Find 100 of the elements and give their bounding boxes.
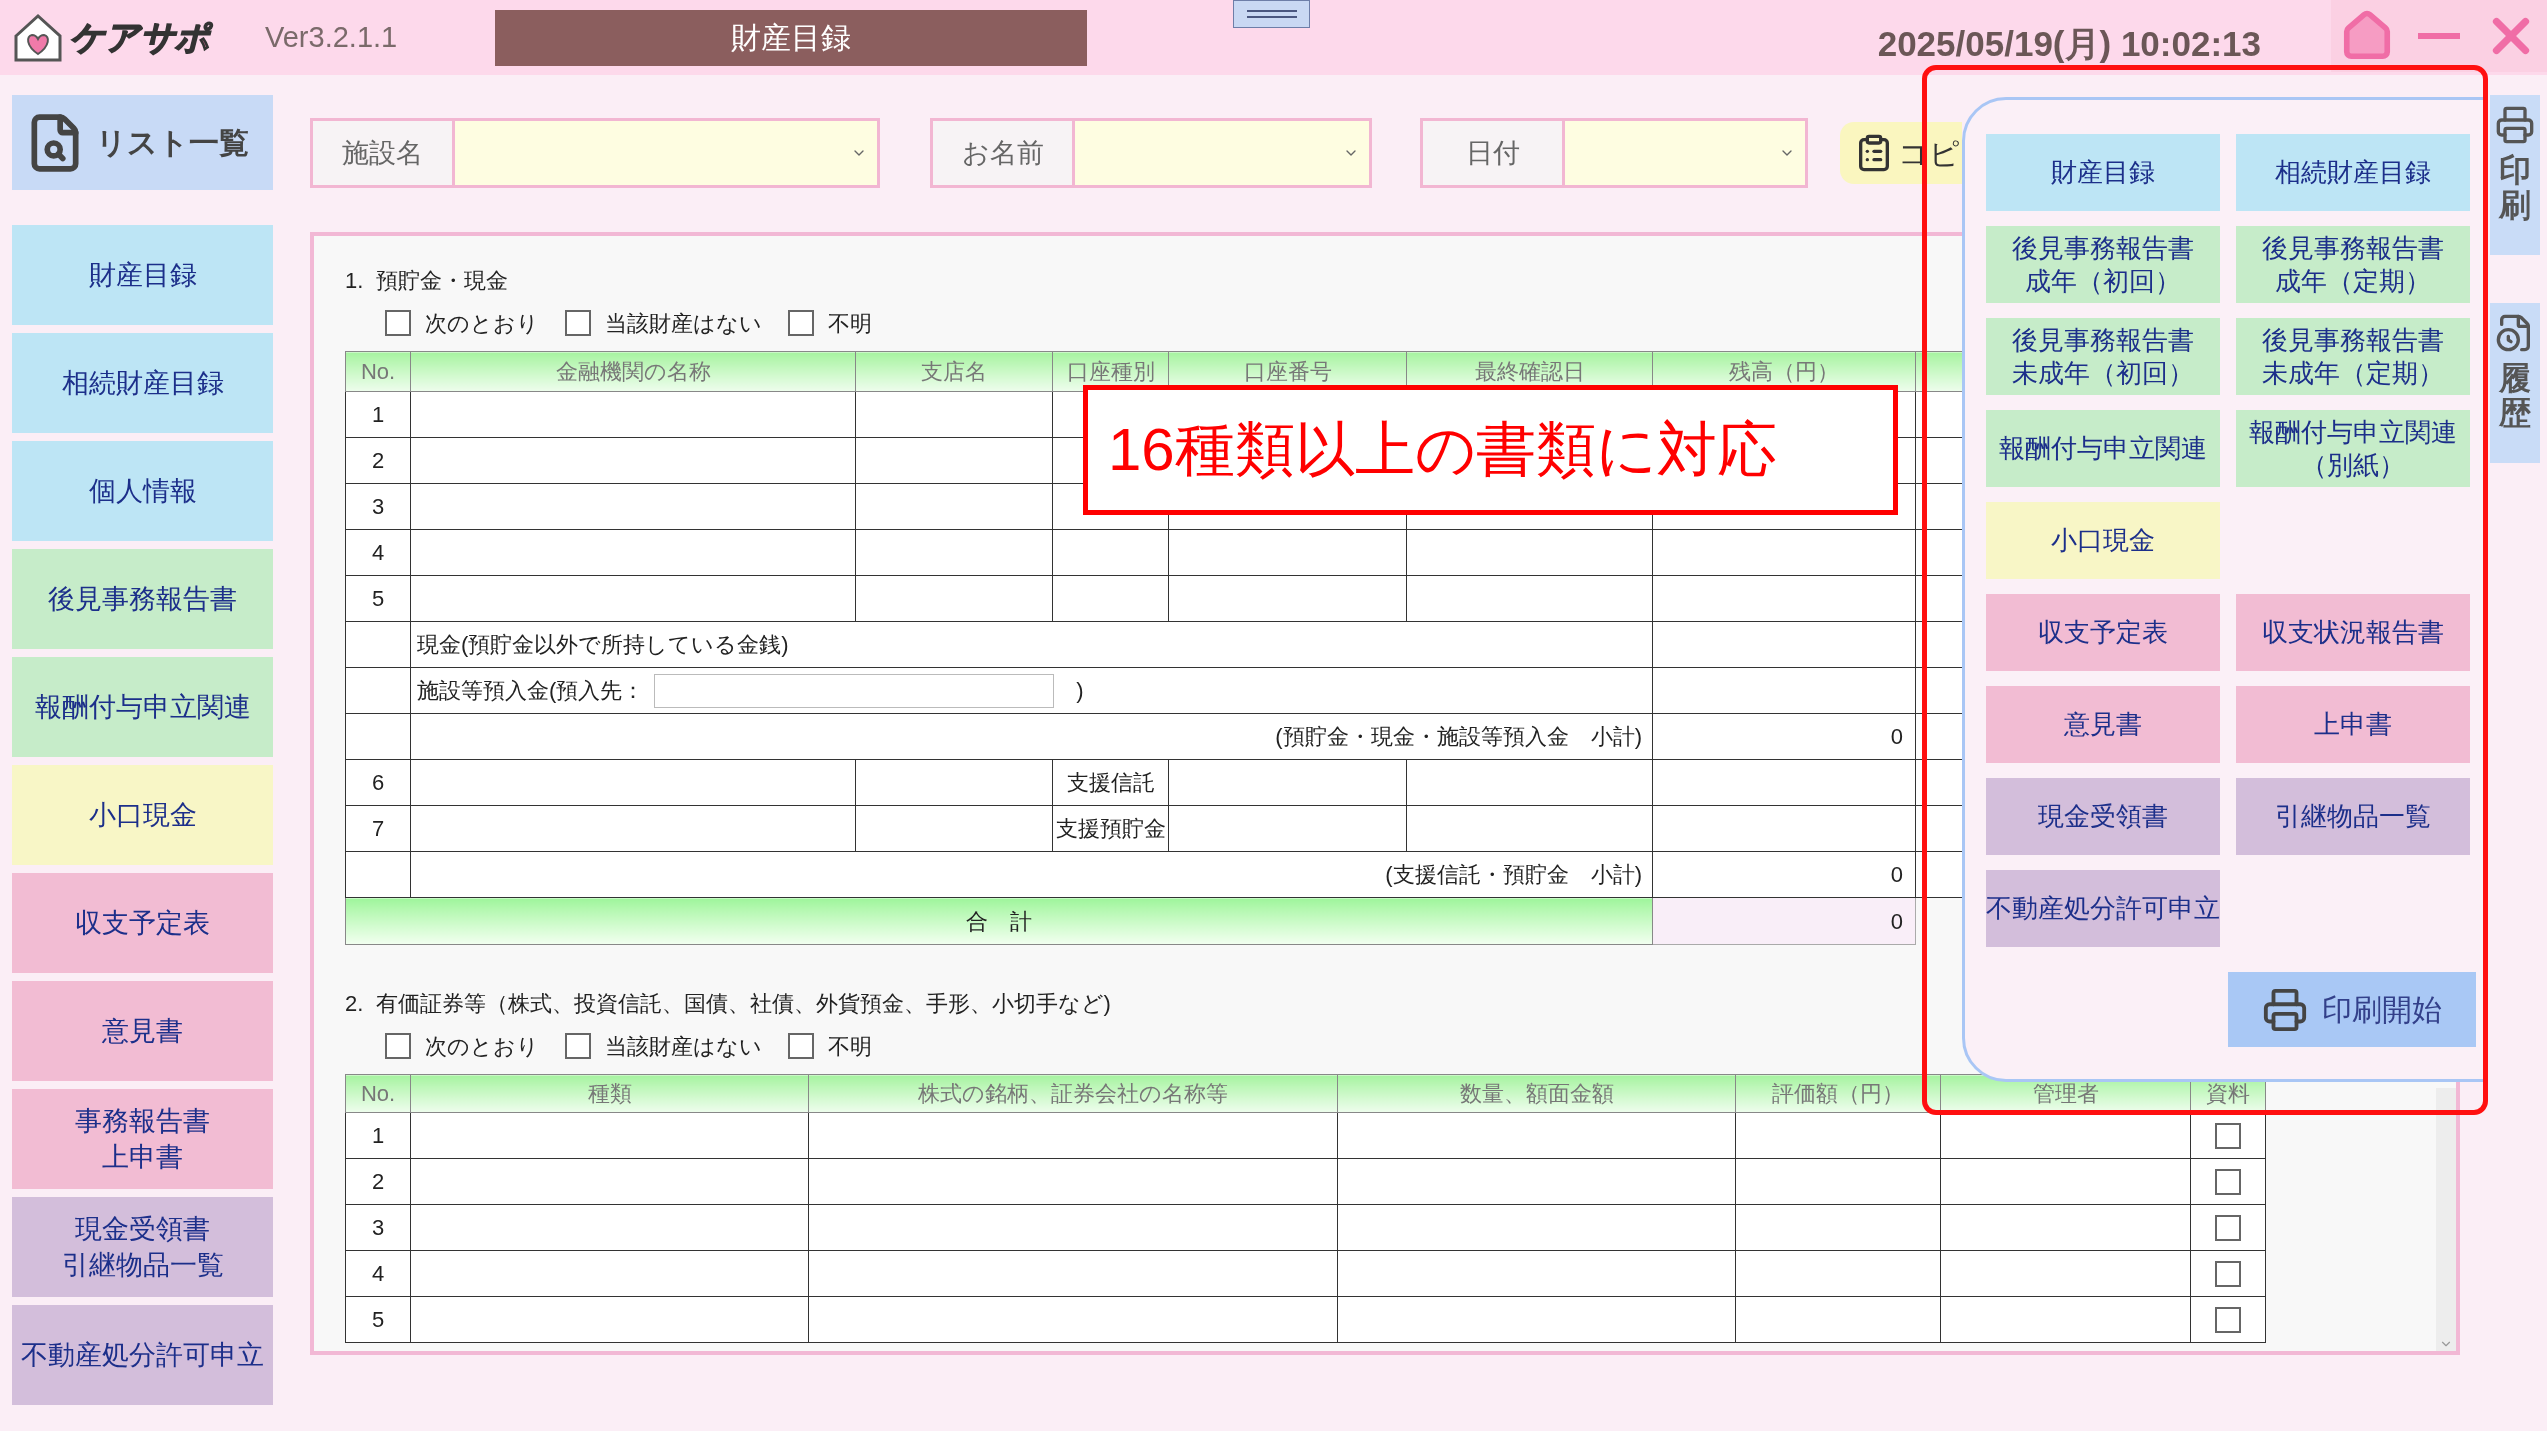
column-header: 株式の銘柄、証券会社の名称等 <box>808 1074 1338 1113</box>
checkbox[interactable] <box>565 1033 591 1059</box>
subtotal-label: (支援信託・預貯金 小計) <box>410 851 1653 898</box>
printer-icon <box>2262 986 2308 1033</box>
callout-text: 16種類以上の書類に対応 <box>1083 385 1898 515</box>
copy-button[interactable]: コピ <box>1840 122 1962 184</box>
row-number: 2 <box>345 1158 411 1205</box>
sidebar-item[interactable]: 事務報告書 上申書 <box>12 1089 273 1189</box>
checkbox[interactable] <box>2215 1168 2241 1195</box>
subtotal-label: (預貯金・現金・施設等預入金 小計) <box>410 713 1653 760</box>
side-tab[interactable]: 印刷 <box>2490 95 2540 255</box>
scrollbar[interactable] <box>2436 1088 2456 1351</box>
printer-icon <box>2495 105 2535 145</box>
row-number: 5 <box>345 575 411 622</box>
checkbox[interactable] <box>2215 1260 2241 1287</box>
document-button[interactable]: 財産目録 <box>1986 134 2220 211</box>
handle-icon <box>1246 9 1297 19</box>
sidebar-item[interactable]: 報酬付与申立関連 <box>12 657 273 757</box>
field-label: 日付 <box>1423 121 1565 185</box>
column-header: 金融機関の名称 <box>410 351 856 392</box>
total-value: 0 <box>1652 897 1916 945</box>
row-number: 3 <box>345 1204 411 1251</box>
side-tab[interactable]: 履歴 <box>2490 303 2540 463</box>
document-button[interactable]: 上申書 <box>2236 686 2470 763</box>
column-header: 評価額（円） <box>1735 1074 1941 1113</box>
table-cell: 支援信託 <box>1052 759 1169 806</box>
document-button[interactable]: 報酬付与申立関連 （別紙） <box>2236 410 2470 487</box>
total-label: 合 計 <box>345 897 1653 945</box>
checkbox[interactable] <box>565 310 591 336</box>
document-button[interactable]: 後見事務報告書 未成年（定期） <box>2236 318 2470 395</box>
row-number: 5 <box>345 1296 411 1343</box>
document-button[interactable]: 引継物品一覧 <box>2236 778 2470 855</box>
row-number: 3 <box>345 483 411 530</box>
row-number: 4 <box>345 529 411 576</box>
minimize-icon <box>2418 33 2460 39</box>
column-header: 支店名 <box>855 351 1053 392</box>
table-cell: 支援預貯金 <box>1052 805 1169 852</box>
column-header: 種類 <box>410 1074 809 1113</box>
sidebar-item[interactable]: 収支予定表 <box>12 873 273 973</box>
subtotal-value: 0 <box>1652 713 1916 760</box>
sidebar-item[interactable]: 現金受領書 引継物品一覧 <box>12 1197 273 1297</box>
column-header: No. <box>345 1074 411 1113</box>
subtotal-value: 0 <box>1652 851 1916 898</box>
option-label: 当該財産はない <box>605 1032 762 1061</box>
drawer-handle[interactable] <box>1233 0 1310 28</box>
document-button[interactable]: 報酬付与申立関連 <box>1986 410 2220 487</box>
row-number: 7 <box>345 805 411 852</box>
checkbox[interactable] <box>2215 1214 2241 1241</box>
checkbox[interactable] <box>385 1033 411 1059</box>
column-header: No. <box>345 351 411 392</box>
option-label: 不明 <box>828 309 872 338</box>
datetime-label: 2025/05/19(月) 10:02:13 <box>1877 23 2261 66</box>
sidebar-item[interactable]: 後見事務報告書 <box>12 549 273 649</box>
option-label: 不明 <box>828 1032 872 1061</box>
document-button[interactable]: 意見書 <box>1986 686 2220 763</box>
document-button[interactable]: 収支状況報告書 <box>2236 594 2470 671</box>
input-field[interactable] <box>654 673 1055 708</box>
checkbox[interactable] <box>788 1033 814 1059</box>
list-button[interactable]: リスト一覧 <box>12 95 273 190</box>
row-number: 1 <box>345 391 411 438</box>
home-button[interactable] <box>2331 0 2403 72</box>
print-start-button[interactable]: 印刷開始 <box>2228 972 2476 1047</box>
row-number: 6 <box>345 759 411 806</box>
option-label: 当該財産はない <box>605 309 762 338</box>
checkbox[interactable] <box>788 310 814 336</box>
column-header: 数量、額面金額 <box>1337 1074 1736 1113</box>
sidebar-item[interactable]: 不動産処分許可申立 <box>12 1305 273 1405</box>
section-heading: 2. 有価証券等（株式、投資信託、国債、社債、外貨預金、手形、小切手など) <box>345 990 1111 1018</box>
filter-field[interactable]: お名前 <box>930 118 1372 188</box>
document-button[interactable]: 後見事務報告書 成年（初回） <box>1986 226 2220 303</box>
filter-field[interactable]: 日付 <box>1420 118 1808 188</box>
sidebar-item[interactable]: 相続財産目録 <box>12 333 273 433</box>
field-label: 施設名 <box>313 121 455 185</box>
document-button[interactable]: 現金受領書 <box>1986 778 2220 855</box>
sidebar-item[interactable]: 意見書 <box>12 981 273 1081</box>
option-label: 次のとおり <box>425 1032 539 1061</box>
row-number: 2 <box>345 437 411 484</box>
checkbox[interactable] <box>2215 1306 2241 1333</box>
checkbox[interactable] <box>2215 1122 2241 1149</box>
filter-field[interactable]: 施設名 <box>310 118 880 188</box>
section-heading: 1. 預貯金・現金 <box>345 267 508 295</box>
document-button[interactable]: 相続財産目録 <box>2236 134 2470 211</box>
sidebar-item[interactable]: 財産目録 <box>12 225 273 325</box>
cell-label: ) <box>1076 677 1084 705</box>
document-button[interactable]: 後見事務報告書 成年（定期） <box>2236 226 2470 303</box>
document-button[interactable]: 後見事務報告書 未成年（初回） <box>1986 318 2220 395</box>
version-label: Ver3.2.1.1 <box>265 19 399 55</box>
option-label: 次のとおり <box>425 309 539 338</box>
field-label: お名前 <box>933 121 1075 185</box>
row-number: 1 <box>345 1112 411 1159</box>
document-button[interactable]: 不動産処分許可申立 <box>1986 870 2220 947</box>
screen-title: 財産目録 <box>495 9 1087 66</box>
document-button[interactable]: 小口現金 <box>1986 502 2220 579</box>
checkbox[interactable] <box>385 310 411 336</box>
table-cell: 現金(預貯金以外で所持している金銭) <box>410 621 1653 668</box>
sidebar-item[interactable]: 小口現金 <box>12 765 273 865</box>
row-number: 4 <box>345 1250 411 1297</box>
cell-label: 施設等預入金(預入先： <box>417 677 645 705</box>
sidebar-item[interactable]: 個人情報 <box>12 441 273 541</box>
document-button[interactable]: 収支予定表 <box>1986 594 2220 671</box>
